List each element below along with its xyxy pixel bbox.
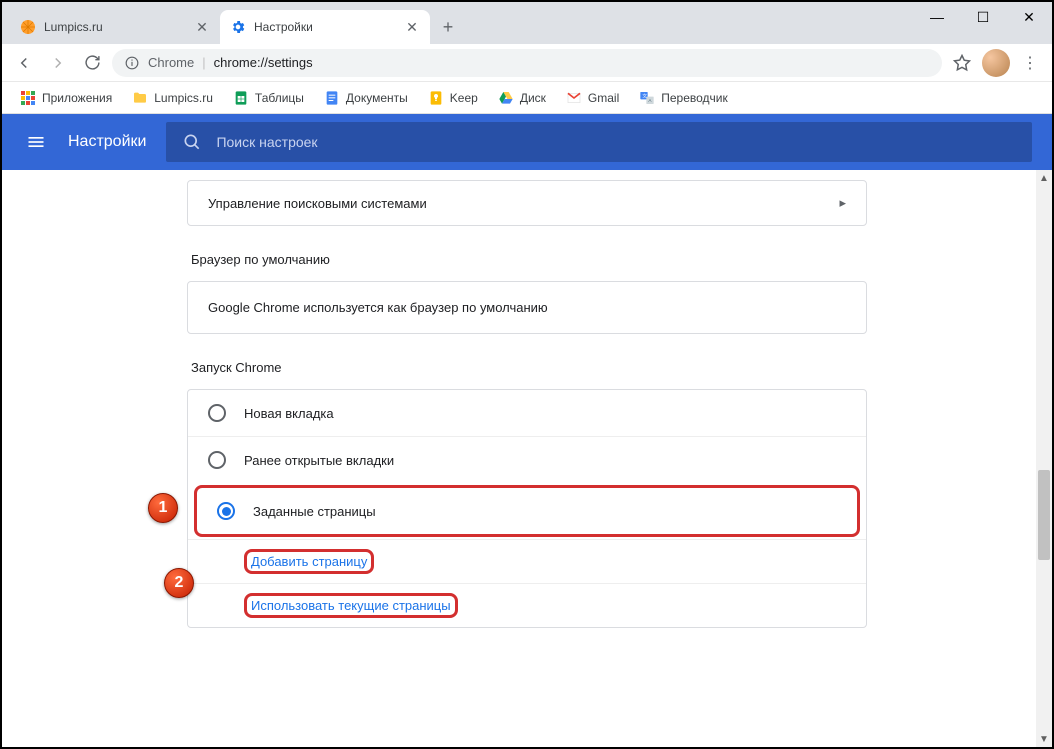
site-info-icon[interactable] <box>124 55 140 71</box>
settings-body: Управление поисковыми системами ▸ Браузе… <box>2 170 1052 747</box>
folder-icon <box>132 90 148 106</box>
startup-option-specific[interactable]: Заданные страницы <box>197 488 857 534</box>
bookmark-sheets[interactable]: Таблицы <box>225 86 312 110</box>
callout-highlight-add: Добавить страницу <box>244 549 374 574</box>
tab-strip: Lumpics.ru ✕ Настройки ✕ + <box>2 2 914 44</box>
option-label: Ранее открытые вкладки <box>244 453 394 468</box>
bookmark-label: Приложения <box>42 91 112 105</box>
default-browser-text: Google Chrome используется как браузер п… <box>188 282 866 333</box>
tab-lumpics[interactable]: Lumpics.ru ✕ <box>10 10 220 44</box>
bookmark-translate[interactable]: 文A Переводчик <box>631 86 736 110</box>
add-page-row: Добавить страницу 2 <box>188 539 866 583</box>
address-bar: Chrome | chrome://settings ⋮ <box>2 44 1052 82</box>
bookmark-label: Диск <box>520 91 546 105</box>
radio-icon <box>217 502 235 520</box>
drive-icon <box>498 90 514 106</box>
profile-avatar[interactable] <box>982 49 1010 77</box>
bookmark-label: Lumpics.ru <box>154 91 213 105</box>
svg-text:文: 文 <box>643 92 648 99</box>
bookmark-star-icon[interactable] <box>948 49 976 77</box>
default-browser-title: Браузер по умолчанию <box>191 252 867 267</box>
search-engines-card: Управление поисковыми системами ▸ <box>187 180 867 226</box>
bookmark-label: Gmail <box>588 91 619 105</box>
settings-header: Настройки <box>2 114 1052 170</box>
gmail-icon <box>566 90 582 106</box>
chevron-right-icon: ▸ <box>839 195 846 211</box>
scroll-up-icon[interactable]: ▲ <box>1036 170 1052 186</box>
option-label: Новая вкладка <box>244 406 334 421</box>
settings-search-input[interactable] <box>216 134 1016 150</box>
new-tab-button[interactable]: + <box>434 13 462 41</box>
bookmark-label: Переводчик <box>661 91 728 105</box>
callout-badge-1: 1 <box>148 493 178 523</box>
titlebar: Lumpics.ru ✕ Настройки ✕ + — ☐ ✕ <box>2 2 1052 44</box>
manage-search-engines-row[interactable]: Управление поисковыми системами ▸ <box>188 181 866 225</box>
close-icon[interactable]: ✕ <box>194 19 210 35</box>
radio-icon <box>208 404 226 422</box>
use-current-row: Использовать текущие страницы <box>188 583 866 627</box>
startup-card: Новая вкладка Ранее открытые вкладки Зад… <box>187 389 867 628</box>
settings-content: Управление поисковыми системами ▸ Браузе… <box>187 170 867 668</box>
bookmark-label: Документы <box>346 91 408 105</box>
settings-search[interactable] <box>166 122 1032 162</box>
bookmark-lumpics[interactable]: Lumpics.ru <box>124 86 221 110</box>
startup-option-continue[interactable]: Ранее открытые вкладки <box>188 436 866 483</box>
hamburger-menu-icon[interactable] <box>12 118 60 166</box>
bookmarks-bar: Приложения Lumpics.ru Таблицы Документы … <box>2 82 1052 114</box>
bookmark-gmail[interactable]: Gmail <box>558 86 627 110</box>
option-label: Заданные страницы <box>253 504 376 519</box>
omnibox-separator: | <box>202 55 205 70</box>
search-icon <box>182 132 202 152</box>
close-button[interactable]: ✕ <box>1006 2 1052 32</box>
startup-option-newtab[interactable]: Новая вкладка <box>188 390 866 436</box>
callout-highlight-current: Использовать текущие страницы <box>244 593 458 618</box>
keep-icon <box>428 90 444 106</box>
bookmark-keep[interactable]: Keep <box>420 86 486 110</box>
omnibox-label: Chrome <box>148 55 194 70</box>
forward-button[interactable] <box>44 49 72 77</box>
translate-icon: 文A <box>639 90 655 106</box>
content-area: Настройки Управление поисковыми системам… <box>2 114 1052 747</box>
scroll-down-icon[interactable]: ▼ <box>1036 731 1052 747</box>
maximize-button[interactable]: ☐ <box>960 2 1006 32</box>
settings-title: Настройки <box>68 133 146 151</box>
use-current-link[interactable]: Использовать текущие страницы <box>251 598 451 613</box>
startup-title: Запуск Chrome <box>191 360 867 375</box>
tab-title: Настройки <box>254 20 396 34</box>
default-browser-card: Google Chrome используется как браузер п… <box>187 281 867 334</box>
scrollbar-thumb[interactable] <box>1038 470 1050 560</box>
bookmark-label: Keep <box>450 91 478 105</box>
row-label: Управление поисковыми системами <box>208 196 427 211</box>
sheets-icon <box>233 90 249 106</box>
bookmark-apps[interactable]: Приложения <box>12 86 120 110</box>
window-controls: — ☐ ✕ <box>914 2 1052 32</box>
back-button[interactable] <box>10 49 38 77</box>
callout-highlight-1: Заданные страницы <box>194 485 860 537</box>
scrollbar[interactable]: ▲ ▼ <box>1036 170 1052 747</box>
bookmark-docs[interactable]: Документы <box>316 86 416 110</box>
reload-button[interactable] <box>78 49 106 77</box>
bookmark-label: Таблицы <box>255 91 304 105</box>
bookmark-drive[interactable]: Диск <box>490 86 554 110</box>
omnibox[interactable]: Chrome | chrome://settings <box>112 49 942 77</box>
close-icon[interactable]: ✕ <box>404 19 420 35</box>
omnibox-url: chrome://settings <box>214 55 313 70</box>
minimize-button[interactable]: — <box>914 2 960 32</box>
tab-settings[interactable]: Настройки ✕ <box>220 10 430 44</box>
favicon-lumpics <box>20 19 36 35</box>
callout-badge-2: 2 <box>164 568 194 598</box>
favicon-settings <box>230 19 246 35</box>
browser-window: Lumpics.ru ✕ Настройки ✕ + — ☐ ✕ <box>0 0 1054 749</box>
radio-icon <box>208 451 226 469</box>
docs-icon <box>324 90 340 106</box>
kebab-menu-icon[interactable]: ⋮ <box>1016 49 1044 77</box>
apps-icon <box>20 90 36 106</box>
add-page-link[interactable]: Добавить страницу <box>251 554 367 569</box>
tab-title: Lumpics.ru <box>44 20 186 34</box>
